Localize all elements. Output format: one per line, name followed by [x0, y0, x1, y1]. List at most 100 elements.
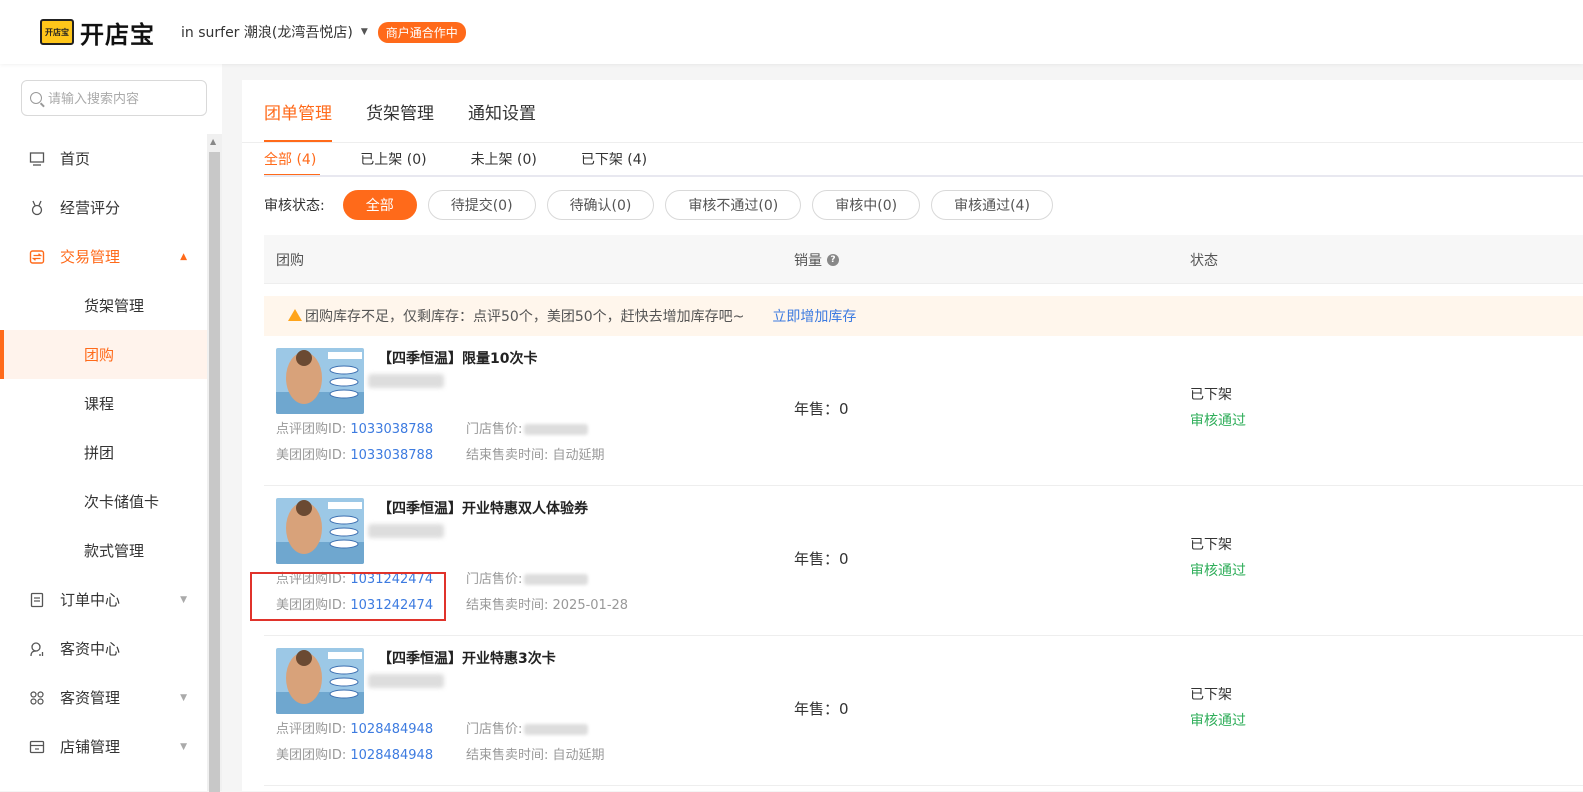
- store-price-label: 门店售价:: [466, 572, 523, 587]
- sidebar-item-score[interactable]: 经营评分: [0, 183, 207, 232]
- end-sale-time: 结束售卖时间: 自动延期: [466, 448, 605, 463]
- id-label: 美团团购ID:: [276, 748, 347, 763]
- add-stock-link[interactable]: 立即增加库存: [772, 306, 856, 326]
- review-pill-pending-confirm[interactable]: 待确认(0): [546, 190, 655, 220]
- store-price-label: 门店售价:: [466, 722, 523, 737]
- caret-down-icon: ▼: [180, 594, 187, 605]
- main-tabs: 团单管理 货架管理 通知设置: [264, 80, 536, 142]
- dianping-id-link[interactable]: 1028484948: [350, 722, 433, 737]
- sidebar-scrollbar[interactable]: ▲: [207, 134, 222, 792]
- column-header-group: 团购: [276, 235, 304, 284]
- sidebar-item-label: 订单中心: [60, 591, 121, 609]
- product-title[interactable]: 【四季恒温】开业特惠3次卡: [378, 648, 556, 668]
- sidebar-subitem-pintuan[interactable]: 拼团: [0, 428, 207, 477]
- trade-icon: [28, 248, 46, 266]
- sidebar-item-trade[interactable]: 交易管理 ▲: [0, 232, 207, 281]
- review-pill-approved[interactable]: 审核通过(4): [931, 190, 1053, 220]
- review-status: 审核通过: [1190, 563, 1246, 579]
- redacted-price: [368, 674, 444, 688]
- sales-count: 年售：0: [794, 550, 849, 568]
- subtab-all[interactable]: 全部 (4): [264, 142, 321, 176]
- redacted-store-price: [524, 574, 589, 585]
- sidebar-item-customer-center[interactable]: 客资中心: [0, 624, 207, 673]
- sidebar-search[interactable]: [21, 80, 207, 116]
- tab-notify-settings[interactable]: 通知设置: [468, 80, 536, 142]
- meituan-id-link[interactable]: 1028484948: [350, 748, 433, 763]
- subtab-offline[interactable]: 已下架 (4): [581, 142, 647, 176]
- meituan-id-highlight-box: [250, 572, 446, 621]
- table-header: 团购 销量? 状态: [264, 235, 1583, 284]
- column-header-label: 销量: [794, 252, 822, 269]
- store-price: 门店售价:: [466, 418, 589, 437]
- column-header-label: 团购: [276, 252, 304, 269]
- review-status: 审核通过: [1190, 413, 1246, 429]
- store-selector[interactable]: in surfer 潮浪(龙湾吾悦店) ▼: [181, 22, 368, 42]
- caret-down-icon: ▼: [360, 27, 368, 37]
- main-panel: 团单管理 货架管理 通知设置 全部 (4) 已上架 (0) 未上架 (0) 已下…: [242, 80, 1583, 791]
- listing-status: 已下架: [1190, 387, 1232, 403]
- tab-groupbuy-manage[interactable]: 团单管理: [264, 80, 332, 142]
- status-subtabs: 全部 (4) 已上架 (0) 未上架 (0) 已下架 (4): [264, 142, 647, 176]
- id-label: 美团团购ID:: [276, 448, 347, 463]
- redacted-store-price: [524, 724, 589, 735]
- meituan-id: 美团团购ID: 1033038788: [276, 444, 433, 463]
- product-thumbnail[interactable]: [276, 348, 364, 414]
- sidebar-subitem-shelf[interactable]: 货架管理: [0, 281, 207, 330]
- tab-shelf-manage[interactable]: 货架管理: [366, 80, 434, 142]
- product-thumbnail[interactable]: [276, 648, 364, 714]
- review-pill-pending-submit[interactable]: 待提交(0): [427, 190, 536, 220]
- scrollbar-thumb[interactable]: [209, 152, 220, 792]
- column-header-sales: 销量?: [794, 235, 839, 284]
- search-input[interactable]: [48, 90, 198, 106]
- listing-status: 已下架: [1190, 537, 1232, 553]
- caret-up-icon: ▲: [180, 251, 187, 262]
- sidebar-item-label: 客资管理: [60, 689, 121, 707]
- subtabs-divider: [264, 175, 1583, 177]
- table-row: 【四季恒温】限量10次卡 点评团购ID: 1033038788 门店售价: 美团…: [264, 336, 1583, 486]
- meituan-id: 美团团购ID: 1028484948: [276, 744, 433, 763]
- sidebar-subitem-card[interactable]: 次卡储值卡: [0, 477, 207, 526]
- sidebar-item-label: 经营评分: [60, 199, 121, 217]
- sidebar-menu: 首页 经营评分 交易管理 ▲ 货架管理 团购 课程 拼团 次卡储值卡 款式管理 …: [0, 134, 207, 771]
- product-thumbnail[interactable]: [276, 498, 364, 564]
- sidebar-item-label: 客资中心: [60, 640, 121, 658]
- review-status: 审核通过: [1190, 713, 1246, 729]
- stock-warning-text: 团购库存不足，仅剩库存：点评50个，美团50个，赶快去增加库存吧~: [305, 309, 745, 325]
- subtab-not-online[interactable]: 未上架 (0): [471, 142, 537, 176]
- logo[interactable]: 开店宝 开店宝: [40, 15, 155, 50]
- sidebar-item-customer-manage[interactable]: 客资管理 ▼: [0, 673, 207, 722]
- sidebar-subitem-course[interactable]: 课程: [0, 379, 207, 428]
- scroll-up-icon[interactable]: ▲: [210, 137, 216, 146]
- meituan-id-link[interactable]: 1033038788: [350, 448, 433, 463]
- review-filter: 审核状态: 全部 待提交(0) 待确认(0) 审核不通过(0) 审核中(0) 审…: [264, 190, 1064, 220]
- product-title[interactable]: 【四季恒温】开业特惠双人体验券: [378, 498, 588, 518]
- redacted-price: [368, 374, 444, 388]
- customer-icon: [28, 640, 46, 658]
- sidebar-item-label: 交易管理: [60, 248, 121, 266]
- logo-text: 开店宝: [80, 20, 155, 49]
- sidebar-item-home[interactable]: 首页: [0, 134, 207, 183]
- sidebar-item-store[interactable]: 店铺管理 ▼: [0, 722, 207, 771]
- listing-status: 已下架: [1190, 687, 1232, 703]
- review-pill-rejected[interactable]: 审核不通过(0): [665, 190, 802, 220]
- subtab-online[interactable]: 已上架 (0): [360, 142, 426, 176]
- top-header: 开店宝 开店宝 in surfer 潮浪(龙湾吾悦店) ▼ 商户通合作中: [0, 0, 1583, 64]
- sidebar-subitem-style[interactable]: 款式管理: [0, 526, 207, 575]
- logo-mark-text: 开店宝: [45, 27, 69, 37]
- order-icon: [28, 591, 46, 609]
- redacted-price: [368, 524, 444, 538]
- sidebar-item-orders[interactable]: 订单中心 ▼: [0, 575, 207, 624]
- store-name: in surfer 潮浪(龙湾吾悦店): [181, 25, 353, 41]
- help-icon[interactable]: ?: [827, 253, 839, 266]
- review-pill-reviewing[interactable]: 审核中(0): [812, 190, 921, 220]
- review-status-label: 审核状态:: [264, 198, 325, 214]
- dianping-id: 点评团购ID: 1028484948: [276, 718, 433, 737]
- dianping-id-link[interactable]: 1033038788: [350, 422, 433, 437]
- sales-count: 年售：0: [794, 700, 849, 718]
- coop-status-badge: 商户通合作中: [377, 21, 466, 43]
- sidebar-subitem-groupbuy[interactable]: 团购: [0, 330, 207, 379]
- store-price-label: 门店售价:: [466, 422, 523, 437]
- product-title[interactable]: 【四季恒温】限量10次卡: [378, 348, 537, 368]
- review-pill-all[interactable]: 全部: [342, 190, 417, 220]
- column-header-status: 状态: [1190, 235, 1218, 284]
